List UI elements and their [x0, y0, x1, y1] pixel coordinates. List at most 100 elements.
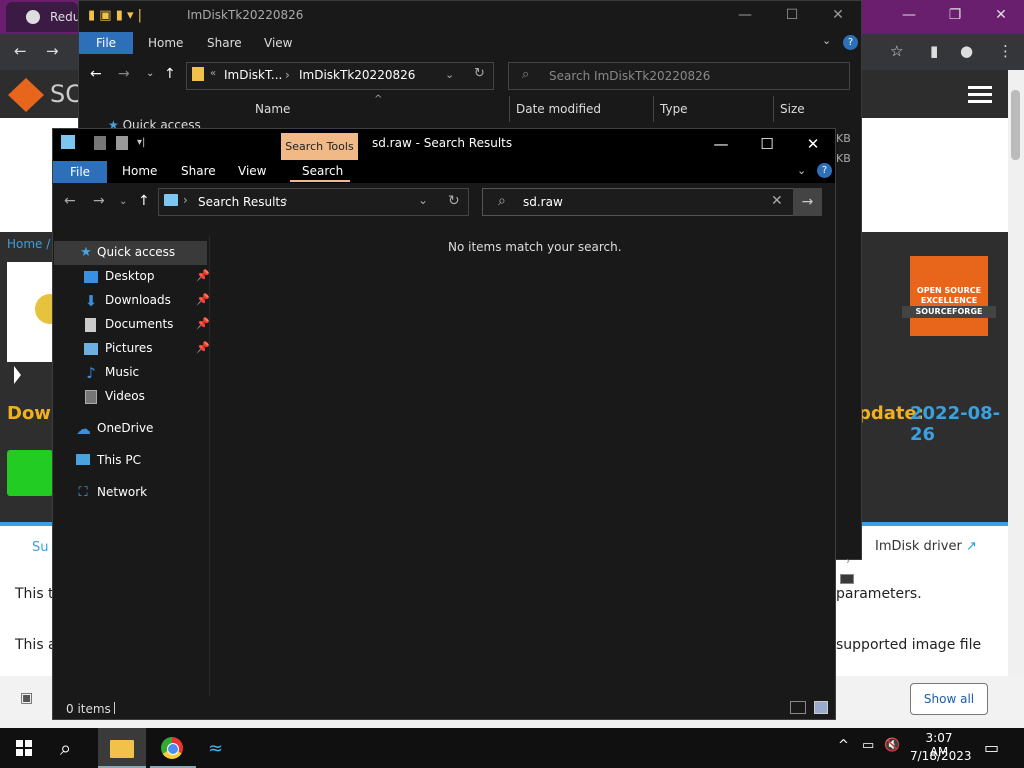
back-address-part1[interactable]: ImDiskT... [224, 68, 282, 82]
front-close-button[interactable]: ✕ [790, 129, 836, 159]
tray-network-icon[interactable]: ▭ [862, 738, 874, 753]
browser-back-icon[interactable]: ← [14, 42, 27, 60]
front-back-icon[interactable]: ← [64, 193, 76, 209]
front-forward-icon[interactable]: → [93, 193, 105, 209]
empty-results-message: No items match your search. [448, 240, 622, 254]
back-address-dropdown-icon[interactable]: ⌄ [445, 68, 454, 81]
profile-avatar[interactable]: ● [960, 42, 973, 60]
imdisk-driver-link[interactable]: ImDisk driver ↗ [875, 539, 977, 554]
nav-item-onedrive[interactable]: ☁ OneDrive [53, 417, 210, 441]
back-address-part2[interactable]: ImDiskTk20220826 [299, 68, 415, 82]
taskbar-chrome[interactable] [150, 728, 196, 768]
large-icons-view-icon[interactable] [814, 701, 828, 714]
nav-item-music[interactable]: ♪ Music [53, 361, 210, 385]
nav-item-downloads[interactable]: ⬇ Downloads 📌 [53, 289, 210, 313]
back-search-input[interactable]: Search ImDiskTk20220826 [508, 62, 850, 90]
tray-volume-muted-icon[interactable]: 🔇 [884, 738, 900, 753]
badge-strip: SOURCEFORGE [902, 306, 996, 318]
back-refresh-icon[interactable]: ↻ [474, 66, 485, 81]
show-all-button[interactable]: Show all [910, 683, 988, 715]
nav-item-desktop[interactable]: Desktop 📌 [53, 265, 210, 289]
front-window-title: sd.raw - Search Results [372, 136, 513, 150]
back-help-icon[interactable]: ? [843, 35, 858, 50]
nav-item-documents[interactable]: Documents 📌 [53, 313, 210, 337]
download-file-icon[interactable]: ▣ [20, 690, 33, 706]
browser-close-button[interactable]: ✕ [978, 0, 1024, 30]
back-recent-icon[interactable]: ⌄ [146, 68, 154, 79]
back-col-divider [509, 96, 510, 122]
front-home-tab[interactable]: Home [122, 164, 157, 178]
download-button[interactable] [7, 450, 53, 496]
front-recent-icon[interactable]: ⌄ [119, 196, 127, 207]
sidebar-icon[interactable]: ▮ [930, 42, 938, 60]
browser-scroll-thumb[interactable] [1011, 90, 1020, 160]
front-new-folder-icon[interactable] [116, 136, 128, 150]
search-clear-icon[interactable]: ✕ [771, 193, 783, 209]
back-address-overflow-icon[interactable]: « [210, 68, 216, 79]
front-minimize-button[interactable]: — [698, 129, 744, 159]
back-share-tab[interactable]: Share [207, 36, 242, 50]
imdisk-link-text: ImDisk driver [875, 539, 962, 554]
open-source-badge[interactable]: OPEN SOURCE EXCELLENCE SOURCEFORGE [902, 256, 996, 336]
back-minimize-button[interactable]: — [722, 0, 768, 30]
tray-overflow-icon[interactable]: ^ [838, 738, 849, 753]
taskbar-dolphin-icon[interactable]: ≈ [208, 738, 223, 759]
back-col-date[interactable]: Date modified [516, 102, 601, 116]
back-col-type[interactable]: Type [660, 102, 688, 116]
notification-icon[interactable]: ▭ [984, 738, 999, 757]
front-maximize-button[interactable]: ☐ [744, 129, 790, 159]
nav-item-videos[interactable]: Videos [53, 385, 210, 409]
front-ribbon-expand-icon[interactable]: ⌄ [797, 164, 806, 177]
search-go-button[interactable]: → [793, 188, 822, 216]
back-close-button[interactable]: ✕ [815, 0, 861, 30]
details-view-icon[interactable] [790, 701, 806, 714]
bookmark-star-icon[interactable]: ☆ [890, 42, 903, 60]
back-nav-forward-icon[interactable]: → [118, 66, 130, 82]
clock-date[interactable]: 7/18/2023 [910, 749, 972, 763]
front-refresh-icon[interactable]: ↻ [448, 193, 460, 209]
back-scroll-right-icon[interactable]: › [846, 556, 850, 567]
network-icon: ⛶ [78, 485, 88, 500]
browser-forward-icon[interactable]: → [46, 42, 59, 60]
browser-scrollbar[interactable] [1008, 70, 1024, 676]
back-nav-back-icon[interactable]: ← [90, 66, 102, 82]
front-address-text[interactable]: Search Results [198, 195, 286, 209]
taskbar-search-icon[interactable]: ⌕ [60, 736, 71, 760]
nav-item-this-pc[interactable]: This PC [53, 449, 210, 473]
taskbar-file-explorer[interactable] [98, 728, 146, 768]
browser-minimize-button[interactable]: — [886, 0, 932, 30]
nav-item-pictures[interactable]: Pictures 📌 [53, 337, 210, 361]
browser-tab[interactable]: Reduc [6, 2, 87, 32]
site-tab-summary[interactable]: Su [32, 540, 49, 555]
back-col-size[interactable]: Size [780, 102, 805, 116]
back-view-toggle-icon[interactable] [840, 574, 854, 584]
front-search-input[interactable]: sd.raw [523, 195, 563, 209]
nav-item-quick-access[interactable]: ★ Quick access [53, 241, 210, 265]
back-home-tab[interactable]: Home [148, 36, 183, 50]
front-qat-dropdown-icon[interactable]: ▾| [137, 137, 145, 148]
front-search-tab[interactable]: Search [302, 164, 343, 178]
front-share-tab[interactable]: Share [181, 164, 216, 178]
pin-icon: 📌 [196, 293, 210, 306]
back-ribbon-expand-icon[interactable]: ⌄ [822, 34, 831, 47]
back-col-name[interactable]: Name [255, 102, 290, 116]
front-properties-icon[interactable] [94, 136, 106, 150]
front-file-tab[interactable]: File [53, 161, 107, 183]
nav-label: This PC [97, 453, 141, 467]
search-tools-context-tab[interactable]: Search Tools [281, 133, 358, 160]
hamburger-menu-icon[interactable] [968, 86, 992, 89]
nav-label: Documents [105, 317, 174, 331]
windows-start-icon[interactable] [16, 740, 32, 756]
browser-restore-button[interactable]: ❐ [932, 0, 978, 30]
back-maximize-button[interactable]: ☐ [769, 0, 815, 30]
browser-menu-icon[interactable]: ⋮ [998, 42, 1013, 60]
back-up-icon[interactable]: ↑ [164, 66, 176, 82]
front-address-dropdown-icon[interactable]: ⌄ [418, 193, 428, 207]
description-line1: This t [15, 586, 54, 602]
back-file-tab[interactable]: File [79, 32, 133, 54]
front-up-icon[interactable]: ↑ [138, 193, 150, 209]
nav-item-network[interactable]: ⛶ Network [53, 481, 210, 505]
front-help-icon[interactable]: ? [817, 163, 832, 178]
front-view-tab[interactable]: View [238, 164, 266, 178]
back-view-tab[interactable]: View [264, 36, 292, 50]
